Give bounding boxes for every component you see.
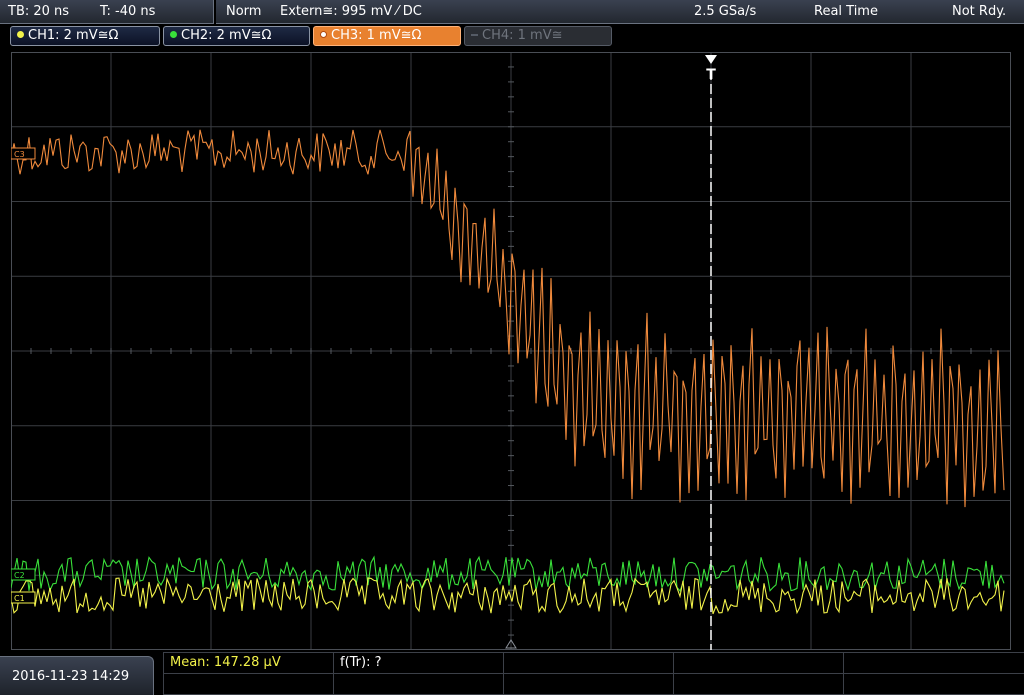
trigger-source: Extern≅: 995 mV ⁄ DC: [280, 4, 422, 19]
channel-tab-ch3[interactable]: CH3: 1 mV≅Ω: [313, 26, 461, 46]
ch1-offset-marker[interactable]: C1: [11, 591, 36, 604]
measurement-slot-7[interactable]: [333, 674, 503, 695]
trigger-time-readout: T: -40 ns: [100, 4, 156, 19]
ch4-label: CH4: 1 mV≅: [482, 28, 563, 43]
measurement-slot-8[interactable]: [503, 674, 673, 695]
ch2-label: CH2: 2 mV≅Ω: [181, 28, 272, 43]
timebase-panel[interactable]: TB: 20 ns T: -40 ns: [0, 0, 214, 24]
waveform-display[interactable]: T C3 C2 C1: [11, 52, 1011, 650]
run-status: Not Rdy.: [952, 4, 1007, 19]
timebase-readout: TB: 20 ns: [8, 4, 70, 19]
channel-tab-ch2[interactable]: CH2: 2 mV≅Ω: [163, 26, 310, 46]
measurement-frequency-value: f(Tr): ?: [340, 655, 382, 670]
ch4-indicator-icon: [471, 34, 478, 36]
top-status-bar: TB: 20 ns T: -40 ns Norm Extern≅: 995 mV…: [0, 0, 1024, 24]
measurement-slot-10[interactable]: [843, 674, 1024, 695]
sample-rate: 2.5 GSa/s: [694, 4, 757, 19]
ch1-label: CH1: 2 mV≅Ω: [28, 28, 119, 43]
ch3-indicator-icon: [320, 31, 327, 38]
measurement-slot-3[interactable]: [503, 653, 673, 674]
oscilloscope-screen: TB: 20 ns T: -40 ns Norm Extern≅: 995 mV…: [0, 0, 1024, 695]
measurement-slot-6[interactable]: [163, 674, 333, 695]
trigger-mode: Norm: [226, 4, 262, 19]
measurement-mean-value: Mean: 147.28 µV: [170, 655, 281, 670]
ch3-label: CH3: 1 mV≅Ω: [331, 28, 422, 43]
ch2-marker-label: C2: [14, 571, 25, 580]
measurement-slot-4[interactable]: [673, 653, 843, 674]
measurement-slot-9[interactable]: [673, 674, 843, 695]
acquisition-mode: Real Time: [814, 4, 878, 19]
channel-tabs: CH1: 2 mV≅Ω CH2: 2 mV≅Ω CH3: 1 mV≅Ω CH4:…: [0, 26, 1024, 48]
acquisition-status-panel[interactable]: Norm Extern≅: 995 mV ⁄ DC 2.5 GSa/s Real…: [216, 0, 1024, 24]
waveform-canvas[interactable]: T C3 C2 C1: [11, 52, 1011, 650]
ch1-marker-label: C1: [14, 594, 25, 603]
channel-tab-ch1[interactable]: CH1: 2 mV≅Ω: [10, 26, 160, 46]
trigger-marker-label: T: [706, 67, 716, 83]
bottom-bar: 2016-11-23 14:29 Mean: 147.28 µV f(Tr): …: [0, 652, 1024, 695]
ch3-offset-marker[interactable]: C3: [11, 147, 36, 160]
channel-tab-ch4[interactable]: CH4: 1 mV≅: [464, 26, 612, 46]
datetime-readout: 2016-11-23 14:29: [12, 669, 130, 684]
datetime-panel[interactable]: 2016-11-23 14:29: [0, 656, 154, 695]
measurement-table: Mean: 147.28 µV f(Tr): ?: [163, 652, 1024, 695]
ch1-indicator-icon: [17, 31, 24, 38]
measurement-frequency[interactable]: f(Tr): ?: [333, 653, 503, 674]
ch2-indicator-icon: [170, 31, 177, 38]
measurement-mean[interactable]: Mean: 147.28 µV: [163, 653, 333, 674]
measurement-slot-5[interactable]: [843, 653, 1024, 674]
ch2-offset-marker[interactable]: C2: [11, 568, 36, 581]
ch3-marker-label: C3: [14, 150, 25, 159]
